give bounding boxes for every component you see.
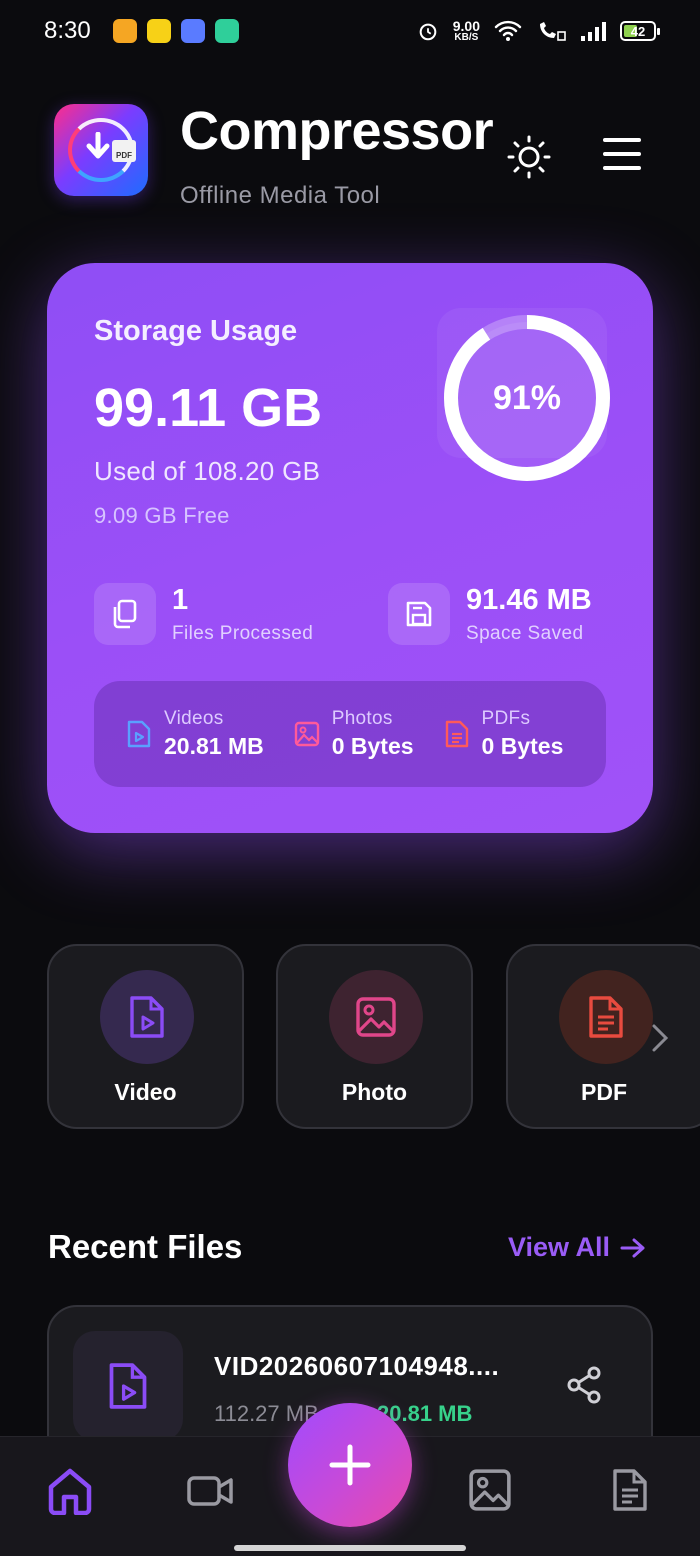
status-bar: 8:30 9.00 KB/S 42	[0, 0, 700, 62]
video-tool-icon-wrap	[100, 970, 194, 1064]
home-icon	[48, 1468, 92, 1515]
arrow-right-icon	[620, 1238, 645, 1257]
files-processed-count: 1	[172, 583, 189, 616]
nav-photo[interactable]	[465, 1465, 515, 1515]
nav-video[interactable]	[185, 1465, 235, 1515]
photo-tool-tile[interactable]: Photo	[276, 944, 473, 1129]
status-right: 9.00 KB/S 42	[417, 18, 660, 43]
home-indicator	[234, 1545, 466, 1551]
video-camera-icon	[187, 1476, 233, 1506]
recent-files-title: Recent Files	[48, 1228, 243, 1265]
image-icon	[356, 997, 396, 1037]
files-processed-label: Files Processed	[172, 622, 314, 644]
menu-button[interactable]	[602, 136, 642, 172]
files-processed-stat: 1 Files Processed	[94, 583, 313, 645]
share-button[interactable]	[564, 1365, 604, 1405]
nav-pdf[interactable]	[605, 1465, 655, 1515]
photo-tool-label: Photo	[341, 1079, 408, 1105]
video-tool-tile[interactable]: Video	[47, 944, 244, 1129]
breakdown-pdfs: PDFs 0 Bytes	[444, 708, 563, 760]
space-saved-stat: 91.46 MB Space Saved	[388, 583, 592, 645]
app-title: Compressor	[180, 101, 494, 161]
file-name: VID20260607104948....	[214, 1351, 500, 1381]
net-speed: 9.00 KB/S	[452, 18, 480, 43]
storage-breakdown: Videos 20.81 MB Photos 0 Bytes PDFs 0 By…	[94, 681, 606, 787]
image-icon	[469, 1469, 511, 1511]
app-subtitle: Offline Media Tool	[180, 182, 381, 209]
video-tool-label: Video	[114, 1079, 177, 1105]
view-all-link[interactable]: View All	[508, 1232, 646, 1263]
files-icon	[94, 583, 156, 645]
storage-card: Storage Usage 99.11 GB Used of 108.20 GB…	[47, 263, 653, 833]
nav-home[interactable]	[45, 1465, 95, 1515]
document-file-icon	[445, 720, 468, 748]
plus-icon	[329, 1444, 371, 1486]
signal-icon	[581, 22, 606, 41]
usage-percent: 91%	[492, 378, 562, 417]
storage-label: Storage Usage	[94, 315, 298, 347]
app-logo: PDF	[54, 104, 148, 196]
file-thumbnail	[73, 1331, 183, 1441]
video-file-icon	[109, 1363, 147, 1409]
space-saved-label: Space Saved	[466, 622, 584, 644]
document-icon	[589, 996, 623, 1038]
wifi-icon	[494, 20, 522, 41]
weather-app-icon	[112, 19, 137, 43]
add-button[interactable]	[288, 1403, 412, 1527]
chat-app-icon	[214, 19, 239, 43]
app-screen: 8:30 9.00 KB/S 42 PDF Compressor Offline…	[0, 0, 700, 1556]
save-disk-icon	[388, 583, 450, 645]
chevron-right-icon	[652, 1024, 669, 1052]
status-time: 8:30	[44, 17, 91, 44]
battery-icon: 42	[620, 21, 660, 41]
breakdown-videos: Videos 20.81 MB	[126, 708, 264, 760]
usage-ring: 91%	[437, 308, 617, 488]
view-all-label: View All	[508, 1232, 611, 1262]
scroll-right-button[interactable]	[640, 1008, 680, 1068]
alarm-icon	[419, 23, 437, 41]
image-file-icon	[294, 721, 319, 747]
video-file-icon	[130, 996, 164, 1038]
breakdown-photos: Photos 0 Bytes	[294, 708, 414, 760]
storage-free: 9.09 GB Free	[94, 503, 230, 528]
storage-used: 99.11 GB	[94, 378, 323, 438]
space-saved-value: 91.46 MB	[466, 583, 592, 616]
pdf-tool-label: PDF	[581, 1079, 627, 1105]
video-file-icon	[127, 720, 151, 748]
flipkart-app-icon	[146, 19, 171, 43]
notification-icons	[112, 19, 239, 43]
pdf-tool-icon-wrap	[559, 970, 653, 1064]
document-icon	[613, 1469, 647, 1511]
wifi-calling-icon	[540, 22, 566, 41]
sun-icon	[507, 135, 551, 179]
hamburger-icon	[603, 138, 641, 170]
storage-total: Used of 108.20 GB	[94, 456, 321, 486]
photo-tool-icon-wrap	[329, 970, 423, 1064]
share-icon	[567, 1366, 601, 1404]
theme-toggle-button[interactable]	[506, 134, 552, 180]
cloud-app-icon	[180, 19, 205, 43]
